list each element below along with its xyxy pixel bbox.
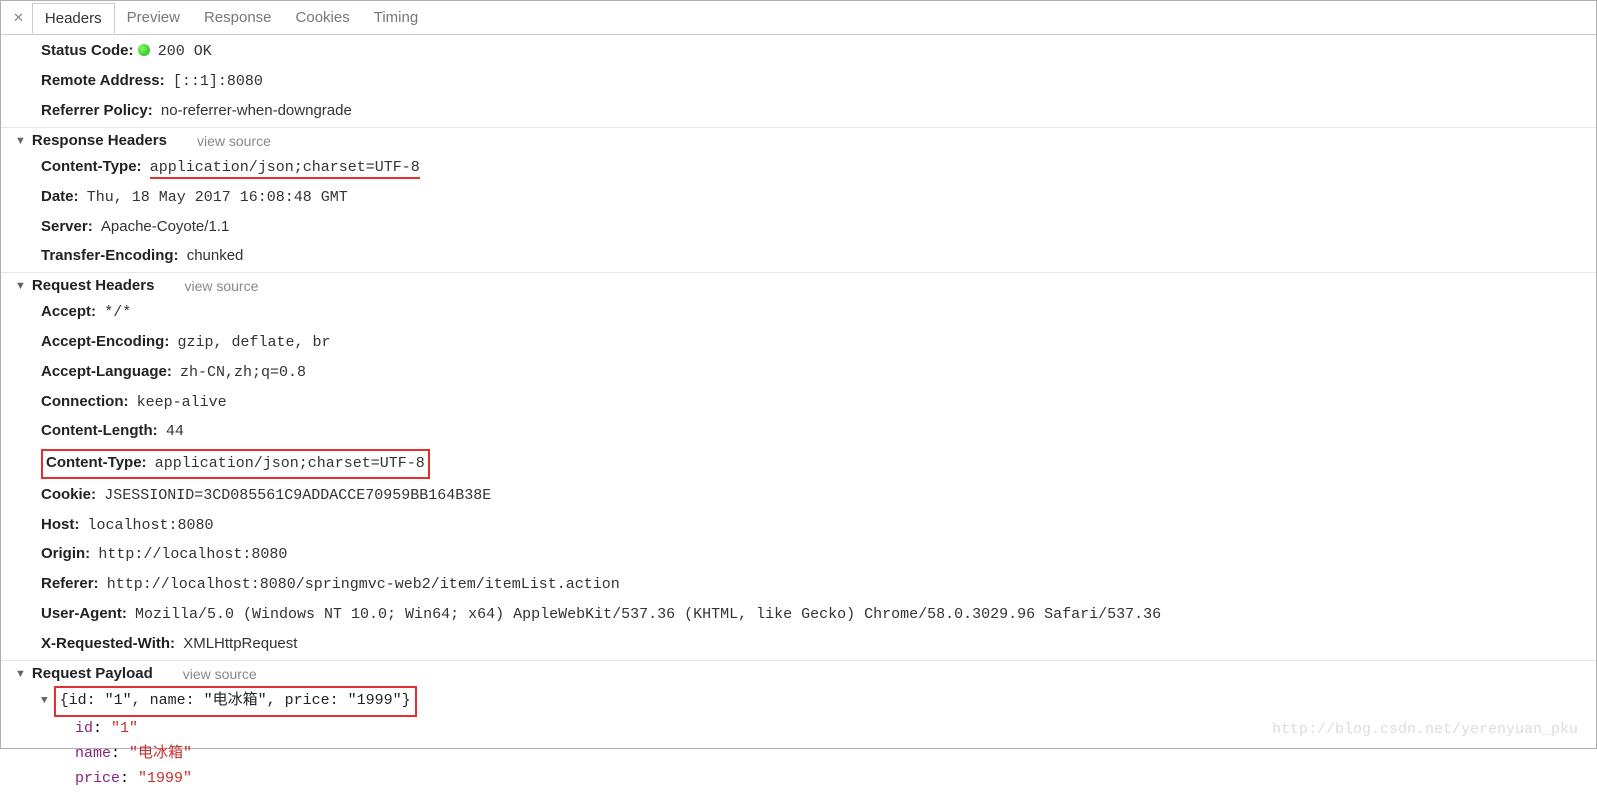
tab-timing[interactable]: Timing — [362, 3, 430, 32]
response-headers-section[interactable]: ▼ Response Headers view source — [1, 127, 1596, 153]
resp-transfer-row: Transfer-Encoding: chunked — [1, 242, 1596, 271]
req-accept-language-row: Accept-Language: zh-CN,zh;q=0.8 — [1, 358, 1596, 388]
req-accept-encoding-value: gzip, deflate, br — [178, 334, 331, 351]
chevron-down-icon[interactable]: ▼ — [15, 668, 26, 680]
req-content-type-label: Content-Type: — [46, 454, 147, 471]
status-code-value: 200 OK — [158, 43, 212, 60]
general-refpolicy-row: Referrer Policy: no-referrer-when-downgr… — [1, 97, 1596, 126]
resp-date-value: Thu, 18 May 2017 16:08:48 GMT — [87, 189, 348, 206]
req-content-type-row: Content-Type: application/json;charset=U… — [1, 447, 1596, 481]
req-origin-value: http://localhost:8080 — [98, 546, 287, 563]
req-accept-language-label: Accept-Language: — [41, 363, 172, 380]
req-cookie-row: Cookie: JSESSIONID=3CD085561C9ADDACCE709… — [1, 481, 1596, 511]
req-host-row: Host: localhost:8080 — [1, 511, 1596, 541]
req-accept-label: Accept: — [41, 303, 96, 320]
remote-address-value: [::1]:8080 — [173, 73, 263, 90]
headers-panel: Status Code: 200 OK Remote Address: [::1… — [1, 35, 1596, 797]
payload-summary: {id: "1", name: "电冰箱", price: "1999"} — [60, 692, 411, 709]
resp-content-type-value: application/json;charset=UTF-8 — [150, 159, 420, 179]
req-host-value: localhost:8080 — [88, 517, 214, 534]
req-origin-row: Origin: http://localhost:8080 — [1, 540, 1596, 570]
status-ok-icon — [138, 44, 150, 56]
req-content-type-value: application/json;charset=UTF-8 — [155, 455, 425, 472]
payload-id-key: id — [75, 720, 93, 737]
resp-content-type-label: Content-Type: — [41, 158, 142, 175]
chevron-down-icon[interactable]: ▼ — [41, 695, 48, 707]
resp-server-row: Server: Apache-Coyote/1.1 — [1, 213, 1596, 242]
req-content-length-row: Content-Length: 44 — [1, 417, 1596, 447]
req-referer-row: Referer: http://localhost:8080/springmvc… — [1, 570, 1596, 600]
req-cookie-value: JSESSIONID=3CD085561C9ADDACCE70959BB164B… — [104, 487, 491, 504]
request-headers-section[interactable]: ▼ Request Headers view source — [1, 272, 1596, 298]
payload-name-value: "电冰箱" — [129, 745, 192, 762]
remote-address-label: Remote Address: — [41, 72, 165, 89]
req-accept-language-value: zh-CN,zh;q=0.8 — [180, 364, 306, 381]
general-remote-row: Remote Address: [::1]:8080 — [1, 67, 1596, 97]
payload-id-value: "1" — [111, 720, 138, 737]
req-host-label: Host: — [41, 516, 79, 533]
payload-summary-row[interactable]: ▼ {id: "1", name: "电冰箱", price: "1999"} — [41, 686, 1596, 717]
payload-name-row: name: "电冰箱" — [75, 742, 1596, 767]
req-user-agent-value: Mozilla/5.0 (Windows NT 10.0; Win64; x64… — [135, 606, 1161, 623]
referrer-policy-value: no-referrer-when-downgrade — [161, 102, 352, 119]
response-headers-title: Response Headers — [32, 132, 167, 149]
req-content-length-label: Content-Length: — [41, 422, 158, 439]
req-x-requested-with-label: X-Requested-With: — [41, 635, 175, 652]
request-payload-section[interactable]: ▼ Request Payload view source — [1, 660, 1596, 686]
referrer-policy-label: Referrer Policy: — [41, 102, 153, 119]
req-connection-value: keep-alive — [137, 394, 227, 411]
status-code-label: Status Code: — [41, 42, 134, 59]
resp-server-label: Server: — [41, 218, 93, 235]
req-accept-encoding-label: Accept-Encoding: — [41, 333, 169, 350]
request-headers-title: Request Headers — [32, 277, 155, 294]
chevron-down-icon[interactable]: ▼ — [15, 280, 26, 292]
payload-price-row: price: "1999" — [75, 767, 1596, 792]
request-headers-view-source[interactable]: view source — [184, 278, 258, 294]
req-accept-encoding-row: Accept-Encoding: gzip, deflate, br — [1, 328, 1596, 358]
req-referer-label: Referer: — [41, 575, 99, 592]
req-user-agent-label: User-Agent: — [41, 605, 127, 622]
req-accept-row: Accept: */* — [1, 298, 1596, 328]
request-payload-view-source[interactable]: view source — [183, 666, 257, 682]
tab-preview[interactable]: Preview — [115, 3, 192, 32]
req-connection-label: Connection: — [41, 393, 129, 410]
close-icon[interactable]: ✕ — [5, 10, 32, 26]
resp-transfer-value: chunked — [187, 247, 244, 264]
tab-bar: ✕ Headers Preview Response Cookies Timin… — [1, 1, 1596, 35]
req-content-length-value: 44 — [166, 423, 184, 440]
req-accept-value: */* — [104, 304, 131, 321]
tab-cookies[interactable]: Cookies — [284, 3, 362, 32]
resp-server-value: Apache-Coyote/1.1 — [101, 218, 229, 235]
payload-name-key: name — [75, 745, 111, 762]
resp-content-type-row: Content-Type: application/json;charset=U… — [1, 153, 1596, 183]
tab-headers[interactable]: Headers — [32, 3, 115, 34]
tab-response[interactable]: Response — [192, 3, 284, 32]
resp-transfer-label: Transfer-Encoding: — [41, 247, 179, 264]
req-x-requested-with-value: XMLHttpRequest — [183, 635, 297, 652]
req-referer-value: http://localhost:8080/springmvc-web2/ite… — [107, 576, 620, 593]
req-content-type-highlight: Content-Type: application/json;charset=U… — [41, 449, 430, 479]
req-origin-label: Origin: — [41, 545, 90, 562]
resp-date-label: Date: — [41, 188, 79, 205]
req-cookie-label: Cookie: — [41, 486, 96, 503]
payload-block: ▼ {id: "1", name: "电冰箱", price: "1999"} i… — [1, 686, 1596, 791]
payload-price-value: "1999" — [138, 770, 192, 787]
resp-date-row: Date: Thu, 18 May 2017 16:08:48 GMT — [1, 183, 1596, 213]
response-headers-view-source[interactable]: view source — [197, 133, 271, 149]
request-payload-title: Request Payload — [32, 665, 153, 682]
payload-summary-highlight: {id: "1", name: "电冰箱", price: "1999"} — [54, 686, 417, 717]
chevron-down-icon[interactable]: ▼ — [15, 135, 26, 147]
req-x-requested-with-row: X-Requested-With: XMLHttpRequest — [1, 630, 1596, 659]
req-connection-row: Connection: keep-alive — [1, 388, 1596, 418]
payload-id-row: id: "1" — [75, 717, 1596, 742]
req-user-agent-row: User-Agent: Mozilla/5.0 (Windows NT 10.0… — [1, 600, 1596, 630]
payload-price-key: price — [75, 770, 120, 787]
payload-children: id: "1" name: "电冰箱" price: "1999" — [41, 717, 1596, 791]
general-status-row: Status Code: 200 OK — [1, 37, 1596, 67]
